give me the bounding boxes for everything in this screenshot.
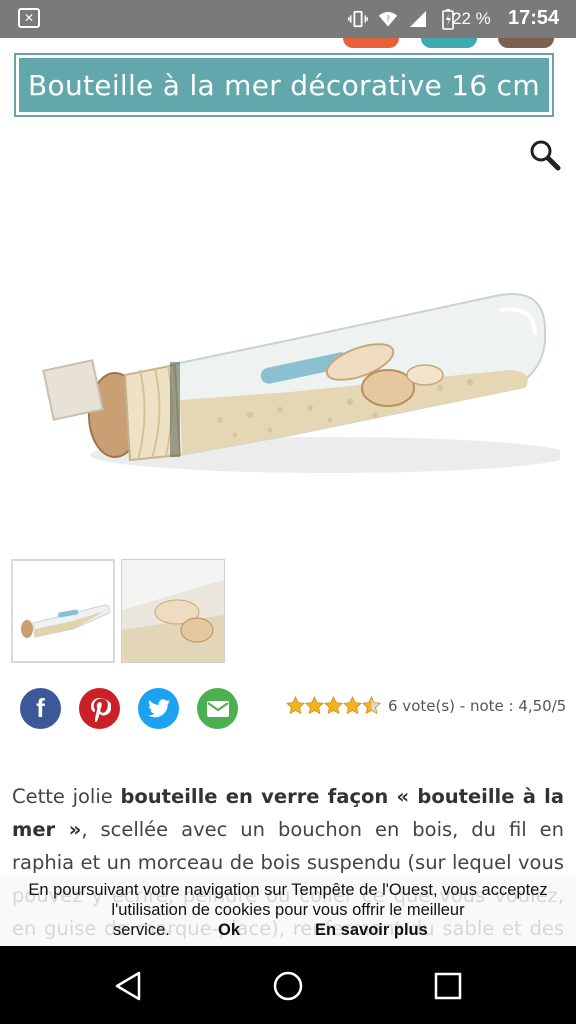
cookie-banner: En poursuivant votre navigation sur Temp… (0, 876, 576, 946)
email-share-icon[interactable] (197, 688, 238, 729)
svg-text:?: ? (386, 15, 390, 24)
rating-summary: 6 vote(s) - note : 4,50/5 (388, 697, 567, 715)
twitter-share-icon[interactable] (138, 688, 179, 729)
cookie-ok-button[interactable]: Ok (218, 920, 240, 940)
cookie-more-link[interactable]: En savoir plus (315, 920, 428, 940)
menu-peek-teal (421, 38, 477, 48)
status-bar: ✕ ? 22 % 17:54 (0, 0, 576, 38)
cookie-text-line1: En poursuivant votre navigation sur Temp… (28, 881, 548, 899)
description-text-1: Cette jolie (12, 785, 121, 808)
system-nav-bar (0, 946, 576, 1024)
bottle-full-thumbnail[interactable] (11, 559, 115, 663)
signal-icon (408, 9, 428, 29)
product-rating: 6 vote(s) - note : 4,50/5 (286, 696, 566, 716)
shells-closeup-thumbnail[interactable] (121, 559, 225, 663)
clock-time: 17:54 (508, 7, 560, 29)
wifi-icon: ? (378, 9, 398, 29)
back-icon[interactable] (108, 966, 148, 1006)
product-image[interactable] (30, 270, 570, 500)
thumbnail-strip (11, 559, 225, 663)
battery-percent: 22 % (452, 9, 491, 28)
notification-close-box-icon: ✕ (18, 8, 40, 28)
cookie-text-service: service. (113, 921, 170, 939)
magnifier-icon[interactable] (528, 138, 562, 172)
menu-peek-brown (498, 38, 554, 48)
product-title: Bouteille à la mer décorative 16 cm (28, 68, 540, 102)
facebook-share-icon[interactable]: f (20, 688, 61, 729)
home-icon[interactable] (268, 966, 308, 1006)
cookie-text-line2: l'utilisation de cookies pour vous offri… (111, 901, 465, 919)
rating-stars (286, 696, 382, 716)
title-banner: Bouteille à la mer décorative 16 cm (14, 53, 554, 117)
menu-peek-orange (343, 38, 399, 48)
pinterest-share-icon[interactable] (79, 688, 120, 729)
recents-icon[interactable] (428, 966, 468, 1006)
share-bar: f (20, 688, 238, 729)
vibrate-icon (348, 9, 368, 29)
status-icons: ? (348, 9, 458, 30)
